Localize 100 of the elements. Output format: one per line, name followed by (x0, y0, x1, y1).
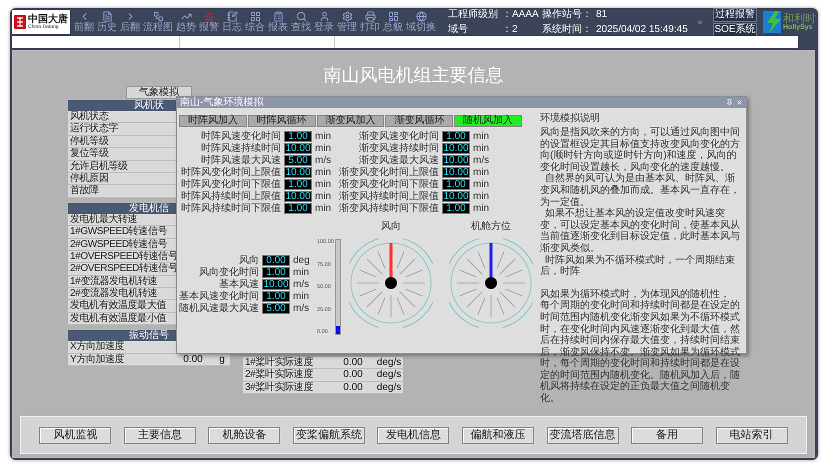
toolbar-button[interactable]: 趋势 (176, 11, 196, 33)
logo-name: 中国大唐 (28, 14, 68, 24)
flowchart-icon (152, 11, 164, 22)
value-field[interactable]: 1.00 (442, 130, 470, 142)
parameter-label: 基本风速 (218, 278, 259, 290)
parameter-label: 时阵风变化时间上限值 (180, 166, 281, 178)
signal-label: 2#变流器发电机转速 (69, 288, 158, 300)
signal-label: 停机等级 (69, 136, 110, 148)
compass-title: 风向 (380, 221, 401, 233)
value-field[interactable]: 1.00 (262, 266, 290, 278)
parameter-label: 渐变风变化时间上限值 (338, 166, 439, 178)
pin-icon[interactable] (726, 99, 733, 106)
mode-toggle[interactable]: 渐变风加入 (316, 115, 384, 127)
unit-label: min (473, 130, 490, 142)
value-field[interactable]: 5.00 (262, 302, 290, 314)
search-icon (296, 11, 306, 22)
toolbar-button[interactable]: 前翻 (74, 11, 94, 33)
toolbar-button[interactable]: 查找 (291, 11, 311, 33)
parameter-label: 时阵风持续时间上限值 (180, 190, 281, 202)
value-field[interactable]: 1.00 (442, 202, 470, 214)
close-icon[interactable] (736, 99, 743, 106)
info-label: 操作站号： (542, 9, 593, 20)
mode-toggle[interactable]: 时阵风加入 (179, 115, 247, 127)
toolbar-button[interactable]: 管理 (337, 11, 357, 33)
trend-icon (180, 11, 192, 22)
unit-label: m/s (293, 278, 310, 290)
mode-toggle[interactable]: 渐变风循环 (385, 115, 454, 127)
navigation-button[interactable]: 变桨偏航系统 (292, 426, 365, 444)
help-title: 环境模拟说明 (540, 112, 601, 125)
value-field[interactable]: 10.00 (284, 190, 312, 202)
user-icon (318, 11, 330, 22)
signal-label: Y方向加速度 (69, 354, 126, 366)
signal-value: 0.00 (342, 369, 364, 382)
unit-label: min (293, 266, 310, 278)
signal-label: 停机原因 (69, 172, 110, 184)
unit-label: min (315, 178, 332, 190)
value-field[interactable]: 1.00 (284, 130, 312, 142)
toolbar-button[interactable]: 报表 (268, 11, 288, 33)
signal-label: 发电机有效温度最大值 (69, 300, 168, 312)
navigation-button[interactable]: 机舱设备 (208, 426, 280, 444)
parameter-label: 渐变风速最大风速 (358, 154, 439, 166)
alarm-button[interactable]: SOE系统 (713, 22, 757, 36)
value-field[interactable]: 1.00 (262, 290, 290, 302)
signal-label: 发电机最大转速 (69, 214, 138, 226)
navigation-button[interactable]: 电站索引 (716, 426, 788, 444)
info-value: ：2 (502, 24, 519, 35)
signal-label: 风机状态 (69, 111, 110, 122)
toolbar-button[interactable]: 打印 (360, 11, 380, 33)
parameter-label: 基本风速变化时间 (179, 290, 259, 302)
value-field[interactable]: 10.00 (442, 166, 470, 178)
parameter-label: 随机风速最大风速 (179, 302, 259, 314)
printer-icon (364, 11, 376, 22)
signal-label: 发电机有效温度最小值 (69, 312, 168, 325)
parameter-label: 风向变化时间 (198, 266, 259, 278)
info-value: 81 (596, 9, 608, 20)
navigation-button[interactable]: 变流塔底信息 (546, 426, 619, 444)
toolbar-button[interactable]: 域切换 (406, 11, 436, 33)
info-label: 工程师级别 (448, 9, 499, 20)
value-field[interactable]: 10.00 (442, 190, 470, 202)
brand-name: 和利时 (783, 13, 816, 24)
value-field[interactable]: 10.00 (262, 278, 290, 290)
signal-label: 首故障 (69, 185, 100, 198)
alarm-button[interactable]: 过程报警 (713, 8, 757, 22)
toolbar-button[interactable]: 综合 (245, 11, 265, 33)
unit-label: m/s (473, 154, 490, 166)
value-field[interactable]: 1.00 (442, 178, 470, 190)
parameter-label: 时阵风变化时间下限值 (180, 178, 281, 190)
unit-label: min (473, 166, 490, 178)
unit-label: min (473, 142, 490, 154)
value-field[interactable]: 10.00 (284, 166, 312, 178)
settings-icon (342, 11, 352, 22)
toolbar-button[interactable]: 后翻 (120, 11, 140, 33)
navigation-button[interactable]: 风机监视 (39, 426, 112, 444)
navigation-button[interactable]: 偏航和液压 (462, 426, 534, 444)
toolbar-button[interactable]: 历史 (97, 11, 117, 33)
mode-toggle[interactable]: 随机风加入 (454, 115, 522, 127)
unit-label: deg/s (376, 369, 402, 382)
notebook-icon (226, 11, 238, 22)
navigation-button[interactable]: 备用 (631, 426, 704, 444)
signal-value: 0.00 (342, 382, 364, 394)
parameter-label: 时阵风速最大风速 (200, 154, 281, 166)
signal-value: 0.00 (182, 354, 204, 366)
unit-label: min (315, 130, 332, 142)
unit-label: m/s (315, 154, 332, 166)
navigation-button[interactable]: 主要信息 (124, 426, 196, 444)
value-field[interactable]: 5.00 (284, 154, 312, 166)
value-field[interactable]: 1.00 (284, 202, 312, 214)
navigation-button[interactable]: 发电机信息 (377, 426, 450, 444)
toolbar-button[interactable]: 登录 (314, 11, 334, 33)
value-field[interactable]: 10.00 (284, 142, 312, 154)
toolbar-button[interactable]: 流程图 (143, 11, 173, 33)
value-field[interactable]: 0.00 (262, 254, 290, 266)
mode-toggle[interactable]: 时阵风循环 (248, 115, 316, 127)
value-field[interactable]: 1.00 (284, 178, 312, 190)
lightning-logo-icon (763, 11, 781, 33)
value-field[interactable]: 10.00 (442, 142, 470, 154)
value-field[interactable]: 10.00 (442, 154, 470, 166)
toolbar-button[interactable]: 报警 (199, 11, 219, 33)
toolbar-button[interactable]: 日志 (222, 11, 242, 33)
toolbar-button[interactable]: 总貌 (383, 11, 403, 33)
